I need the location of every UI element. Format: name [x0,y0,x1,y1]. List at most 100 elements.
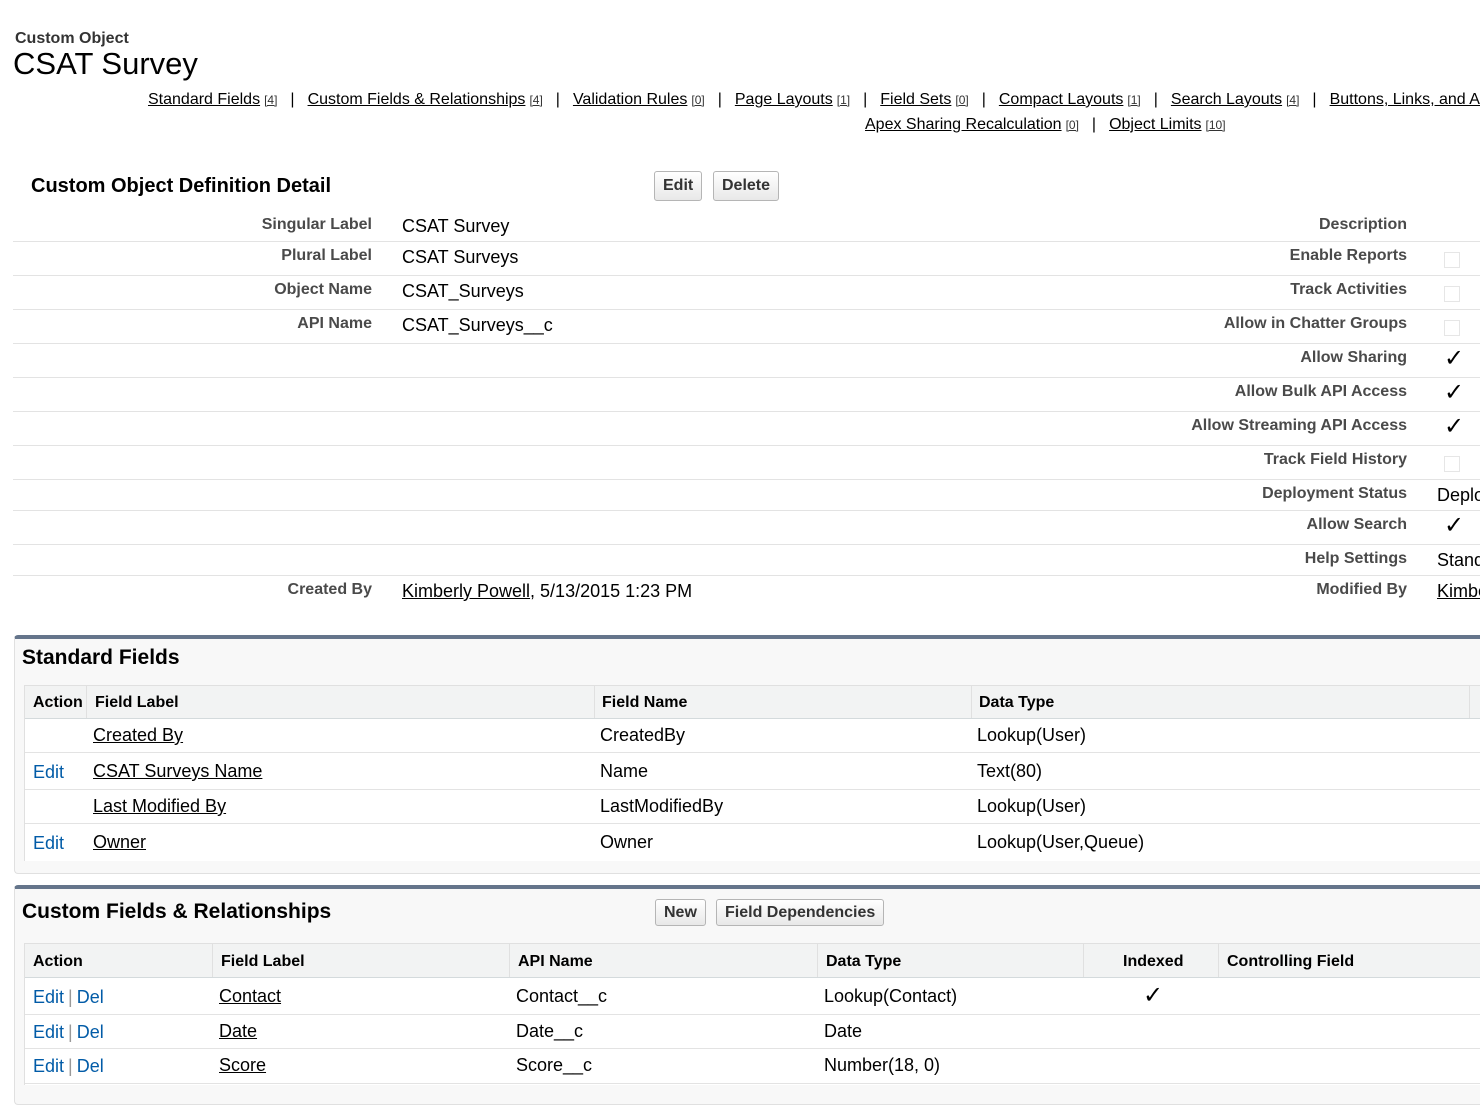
table-row: Owner [93,832,146,853]
col-field-label[interactable]: Field Label [95,694,179,712]
allow-sharing-check-icon: ✓ [1444,345,1465,372]
allow-streaming-api-check-icon: ✓ [1444,413,1465,440]
link-object-limits[interactable]: Object Limits [1109,116,1201,133]
action-cell: Edit | Del [33,1056,104,1076]
divider [13,544,1480,545]
link-field-sets[interactable]: Field Sets [880,91,951,108]
link-custom-fields[interactable]: Custom Fields & Relationships [308,91,526,108]
table-row: Created By [93,725,183,746]
field-label-link[interactable]: Score [219,1055,266,1075]
divider [13,445,1480,446]
label-allow-sharing: Allow Sharing [1300,349,1407,366]
api-name-cell: Contact__c [516,986,608,1006]
del-link[interactable]: Del [77,1056,104,1076]
del-link[interactable]: Del [77,987,104,1007]
col-action: Action [33,953,83,970]
edit-link[interactable]: Edit [33,762,64,782]
label-allow-chatter: Allow in Chatter Groups [1223,315,1407,332]
divider [13,377,1480,378]
count-search-layouts: [4] [1286,93,1300,107]
label-allow-search: Allow Search [1306,516,1407,533]
field-name-cell: Owner [600,832,654,852]
divider [13,309,1480,310]
value-modified-by: Kimberly Powell [1437,581,1480,602]
value-object-name: CSAT_Surveys [402,281,524,301]
value-plural-label: CSAT Surveys [402,247,519,267]
link-page-layouts[interactable]: Page Layouts [735,91,833,108]
field-label-link[interactable]: Created By [93,725,183,745]
link-compact-layouts[interactable]: Compact Layouts [999,91,1124,108]
divider [13,479,1480,480]
count-validation-rules: [0] [691,93,705,107]
api-name-cell: Date__c [516,1021,584,1041]
count-page-layouts: [1] [836,93,851,107]
link-buttons-links-actions[interactable]: Buttons, Links, and Actions [1330,91,1480,108]
created-by-user-link[interactable]: Kimberly Powell [402,581,530,601]
divider [13,575,1480,576]
modified-by-user-link[interactable]: Kimberly Powell [1437,581,1480,601]
related-links-row-1: Standard Fields [4] | Custom Fields & Relat… [148,91,1480,109]
col-indexed[interactable]: Indexed [1123,953,1183,971]
col-field-name[interactable]: Field Name [602,694,687,712]
table-row: Date [219,1021,257,1042]
edit-link[interactable]: Edit [33,833,64,853]
col-field-label[interactable]: Field Label [221,953,305,971]
edit-link[interactable]: Edit [33,1056,64,1076]
data-type-cell: Lookup(User) [977,725,1087,745]
indexed-check-icon: ✓ [1143,982,1164,1009]
label-allow-streaming-api: Allow Streaming API Access [1191,417,1407,434]
value-help-settings: Standard [1437,550,1480,570]
link-apex-sharing[interactable]: Apex Sharing Recalculation [865,116,1062,133]
label-allow-bulk-api: Allow Bulk API Access [1234,383,1407,400]
page-title: CSAT Survey [13,46,198,81]
col-controlling-field[interactable]: Controlling Field [1227,953,1354,971]
table-row: Score [219,1055,266,1076]
action-cell: Edit | Del [33,987,104,1007]
count-custom-fields: [4] [529,93,543,107]
link-standard-fields[interactable]: Standard Fields [148,91,260,108]
table-row: Contact [219,986,281,1007]
field-label-link[interactable]: CSAT Surveys Name [93,761,262,781]
allow-chatter-checkbox [1444,320,1460,336]
del-link[interactable]: Del [77,1022,104,1042]
data-type-cell: Lookup(Contact) [824,986,958,1006]
track-activities-checkbox [1444,286,1460,302]
new-field-button[interactable]: New [655,899,706,926]
label-deployment-status: Deployment Status [1262,485,1407,502]
data-type-cell: Lookup(User,Queue) [977,832,1145,852]
link-validation-rules[interactable]: Validation Rules [573,91,687,108]
custom-fields-title: Custom Fields & Relationships [22,900,332,923]
divider [13,275,1480,276]
count-field-sets: [0] [955,93,969,107]
edit-button[interactable]: Edit [654,171,703,201]
link-search-layouts[interactable]: Search Layouts [1171,91,1282,108]
edit-link[interactable]: Edit [33,1022,64,1042]
table-row: Last Modified By [93,796,226,817]
standard-fields-title: Standard Fields [22,646,180,669]
related-links-row-2: Apex Sharing Recalculation [0] | Object Lim… [865,116,1226,133]
label-modified-by: Modified By [1316,581,1407,598]
field-name-cell: Name [600,761,649,781]
label-plural-label: Plural Label [281,247,372,264]
field-label-link[interactable]: Last Modified By [93,796,226,816]
table-header [25,686,1480,719]
count-object-limits: [10] [1205,118,1226,132]
field-dependencies-button[interactable]: Field Dependencies [716,899,885,926]
value-created-by: Kimberly Powell, 5/13/2015 1:23 PM [402,581,692,602]
field-label-link[interactable]: Contact [219,986,281,1006]
col-action: Action [33,694,83,711]
data-type-cell: Lookup(User) [977,796,1087,816]
enable-reports-checkbox [1444,252,1460,268]
allow-search-check-icon: ✓ [1444,512,1465,539]
col-api-name[interactable]: API Name [518,953,593,971]
field-name-cell: CreatedBy [600,725,686,745]
action-cell: Edit | Del [33,1022,104,1042]
field-label-link[interactable]: Date [219,1021,257,1041]
data-type-cell: Text(80) [977,761,1043,781]
col-data-type[interactable]: Data Type [979,694,1054,712]
table-row: CSAT Surveys Name [93,761,262,782]
edit-link[interactable]: Edit [33,987,64,1007]
delete-button[interactable]: Delete [713,171,780,201]
field-label-link[interactable]: Owner [93,832,146,852]
col-data-type[interactable]: Data Type [826,953,901,971]
